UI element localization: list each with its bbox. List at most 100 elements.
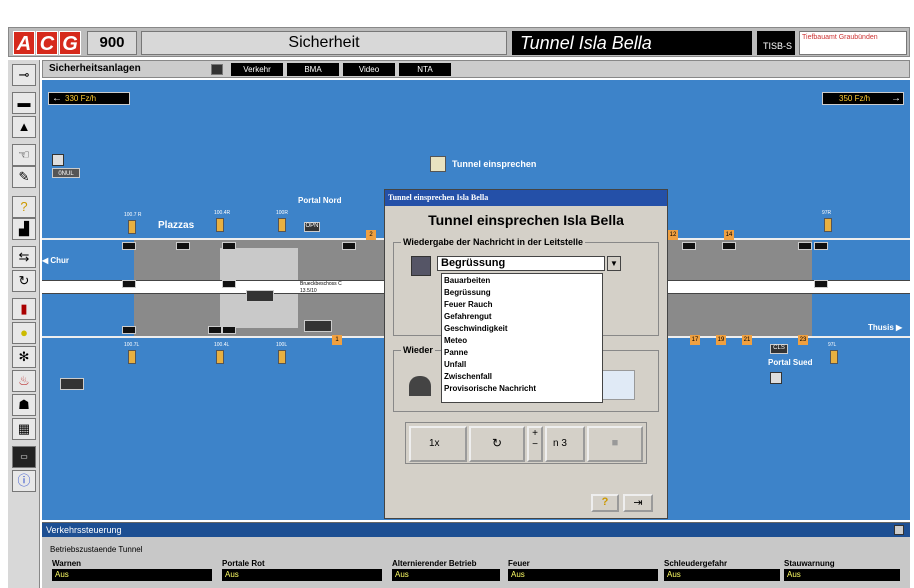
opn-badge[interactable]: OPN <box>304 222 320 232</box>
monitor-icon[interactable]: ▭ <box>12 446 36 468</box>
lamp-icon[interactable] <box>830 350 838 364</box>
status-label: Stauwarnung <box>784 559 835 568</box>
person-icon[interactable]: ☗ <box>12 394 36 416</box>
fan-icon[interactable]: ✻ <box>12 346 36 368</box>
signal-icon[interactable] <box>814 242 828 250</box>
play-repeat-button[interactable]: ↻ <box>469 426 525 462</box>
signal-icon[interactable] <box>798 242 812 250</box>
portal-nord-label: Portal Nord <box>298 196 342 205</box>
plus-label: + <box>532 428 538 439</box>
help-icon[interactable]: ? <box>12 196 36 218</box>
segment-badge[interactable]: 1 <box>332 335 342 345</box>
dropdown-option[interactable]: Meteo <box>444 336 467 345</box>
tunnel-icon <box>409 376 431 396</box>
hand-icon[interactable]: ☜ <box>12 144 36 166</box>
signal-icon[interactable] <box>682 242 696 250</box>
signal-icon[interactable] <box>342 242 356 250</box>
dropdown-option[interactable]: Geschwindigkeit <box>444 324 508 333</box>
dropdown-option[interactable]: Panne <box>444 348 468 357</box>
cls-badge[interactable]: CLS <box>770 344 788 354</box>
speed-left-box[interactable]: ← 330 Fz/h <box>48 92 130 105</box>
lamp-icon[interactable] <box>216 350 224 364</box>
emergency-button[interactable] <box>246 290 274 302</box>
camera-icon[interactable] <box>52 154 64 166</box>
tab-nta[interactable]: NTA <box>399 63 451 76</box>
chevron-down-icon[interactable]: ▼ <box>607 256 621 271</box>
dropdown-option[interactable]: Unfall <box>444 360 466 369</box>
status-subtitle: Betriebszustaende Tunnel <box>50 545 143 554</box>
minus-label: − <box>532 439 538 450</box>
dropdown-option[interactable]: Bauarbeiten <box>444 276 490 285</box>
emergency-button[interactable] <box>60 378 84 390</box>
lamp-icon[interactable] <box>128 350 136 364</box>
play-n-button[interactable]: n 3 <box>545 426 585 462</box>
key-icon[interactable]: ⊸ <box>12 64 36 86</box>
lamp-icon[interactable] <box>824 218 832 232</box>
camera-icon[interactable] <box>770 372 782 384</box>
traffic-control-title: Verkehrssteuerung <box>42 523 910 537</box>
segment-badge[interactable]: 23 <box>798 335 808 345</box>
segment-badge[interactable]: 2 <box>366 230 376 240</box>
count-stepper[interactable]: + − <box>527 426 543 462</box>
collapse-icon[interactable] <box>894 525 904 535</box>
dropdown-option[interactable]: Feuer Rauch <box>444 300 492 309</box>
refresh-icon[interactable]: ↻ <box>12 270 36 292</box>
signal-icon[interactable] <box>222 242 236 250</box>
signal-icon[interactable] <box>222 280 236 288</box>
minus-icon[interactable]: ▬ <box>12 92 36 114</box>
lamp-label: 97R <box>822 210 832 216</box>
exit-icon[interactable]: ⇥ <box>623 494 653 512</box>
status-label: Warnen <box>52 559 82 568</box>
lamp-icon[interactable] <box>278 218 286 232</box>
plazzas-label: Plazzas <box>158 220 195 231</box>
swap-icon[interactable]: ⇆ <box>12 246 36 268</box>
tunnel-speak-label[interactable]: Tunnel einsprechen <box>452 159 536 169</box>
emergency-button[interactable] <box>304 320 332 332</box>
speed-right-box[interactable]: 350 Fz/h → <box>822 92 904 105</box>
status-value: Aus <box>784 569 900 581</box>
tab-verkehr[interactable]: Verkehr <box>231 63 283 76</box>
signal-icon[interactable] <box>222 326 236 334</box>
fire-icon[interactable]: ♨ <box>12 370 36 392</box>
up-arrow-icon[interactable]: ▲ <box>12 116 36 138</box>
play-once-button[interactable]: 1x <box>409 426 467 462</box>
map-icon[interactable]: ▦ <box>12 418 36 440</box>
lamp-icon[interactable] <box>278 350 286 364</box>
app-header: A C G 900 Sicherheit Tunnel Isla Bella T… <box>8 27 910 57</box>
lamp-icon[interactable] <box>128 220 136 234</box>
dropdown-option[interactable]: Begrüssung <box>444 288 491 297</box>
play-n-label: n 3 <box>553 438 567 449</box>
edit-icon[interactable]: ✎ <box>12 166 36 188</box>
signal-icon[interactable] <box>176 242 190 250</box>
info-icon[interactable]: ⓘ <box>12 470 36 492</box>
speaker-icon[interactable] <box>430 156 446 172</box>
status-label: Portale Rot <box>222 559 265 568</box>
help-button[interactable]: ? <box>591 494 619 512</box>
dropdown-option[interactable]: Provisorische Nachricht <box>444 384 536 393</box>
segment-badge[interactable]: 17 <box>690 335 700 345</box>
segment-badge[interactable]: 14 <box>724 230 734 240</box>
segment-badge[interactable]: 21 <box>742 335 752 345</box>
signal-icon[interactable] <box>722 242 736 250</box>
onul-badge[interactable]: 0NUL <box>52 168 80 178</box>
dropdown-option[interactable]: Gefahrengut <box>444 312 492 321</box>
tab-video[interactable]: Video <box>343 63 395 76</box>
segment-badge[interactable]: 19 <box>716 335 726 345</box>
dropdown-option[interactable]: Zwischenfall <box>444 372 492 381</box>
signal-icon[interactable] <box>122 242 136 250</box>
tab-bma[interactable]: BMA <box>287 63 339 76</box>
bulb-icon[interactable]: ● <box>12 322 36 344</box>
chart-icon[interactable]: ▟ <box>12 218 36 240</box>
signal-icon[interactable] <box>208 326 222 334</box>
dialog-heading: Tunnel einsprechen Isla Bella <box>428 212 624 228</box>
lamp-label: 100.7 R <box>124 212 142 218</box>
signal-icon[interactable] <box>122 280 136 288</box>
stop-button[interactable]: ■ <box>587 426 643 462</box>
segment-badge[interactable]: 12 <box>668 230 678 240</box>
signal-icon[interactable] <box>122 326 136 334</box>
menu-icon[interactable] <box>211 64 223 75</box>
message-select[interactable]: Begrüssung <box>437 256 605 271</box>
lamp-icon[interactable] <box>216 218 224 232</box>
traffic-light-icon[interactable]: ▮ <box>12 298 36 320</box>
signal-icon[interactable] <box>814 280 828 288</box>
